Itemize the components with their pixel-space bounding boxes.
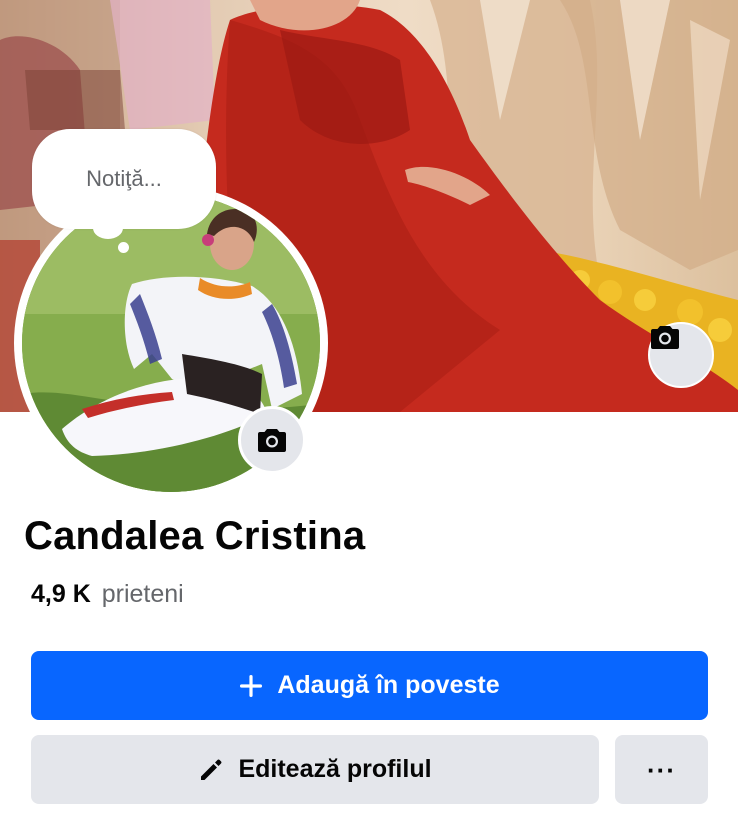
note-bubble-tail-dot [118,242,129,253]
more-options-button[interactable]: ··· [615,735,708,804]
add-to-story-label: Adaugă în poveste [277,671,500,699]
note-bubble[interactable]: Notiţă... [32,129,216,229]
plus-icon [239,674,263,698]
profile-picture-camera-button[interactable] [238,406,306,474]
note-bubble-tail [93,217,123,239]
add-to-story-button[interactable]: Adaugă în poveste [31,651,708,720]
friends-summary[interactable]: 4,9 K prieteni [31,580,184,609]
friends-label: prieteni [101,580,184,608]
edit-profile-button[interactable]: Editează profilul [31,735,599,804]
profile-name: Candalea Cristina [24,514,366,558]
pencil-icon [198,757,224,783]
more-icon: ··· [647,754,676,785]
cover-camera-button[interactable] [648,322,714,388]
camera-icon [651,326,679,349]
friends-count: 4,9 K [31,580,91,608]
edit-profile-label: Editează profilul [238,755,432,783]
camera-icon [258,429,286,452]
note-placeholder: Notiţă... [86,166,162,191]
